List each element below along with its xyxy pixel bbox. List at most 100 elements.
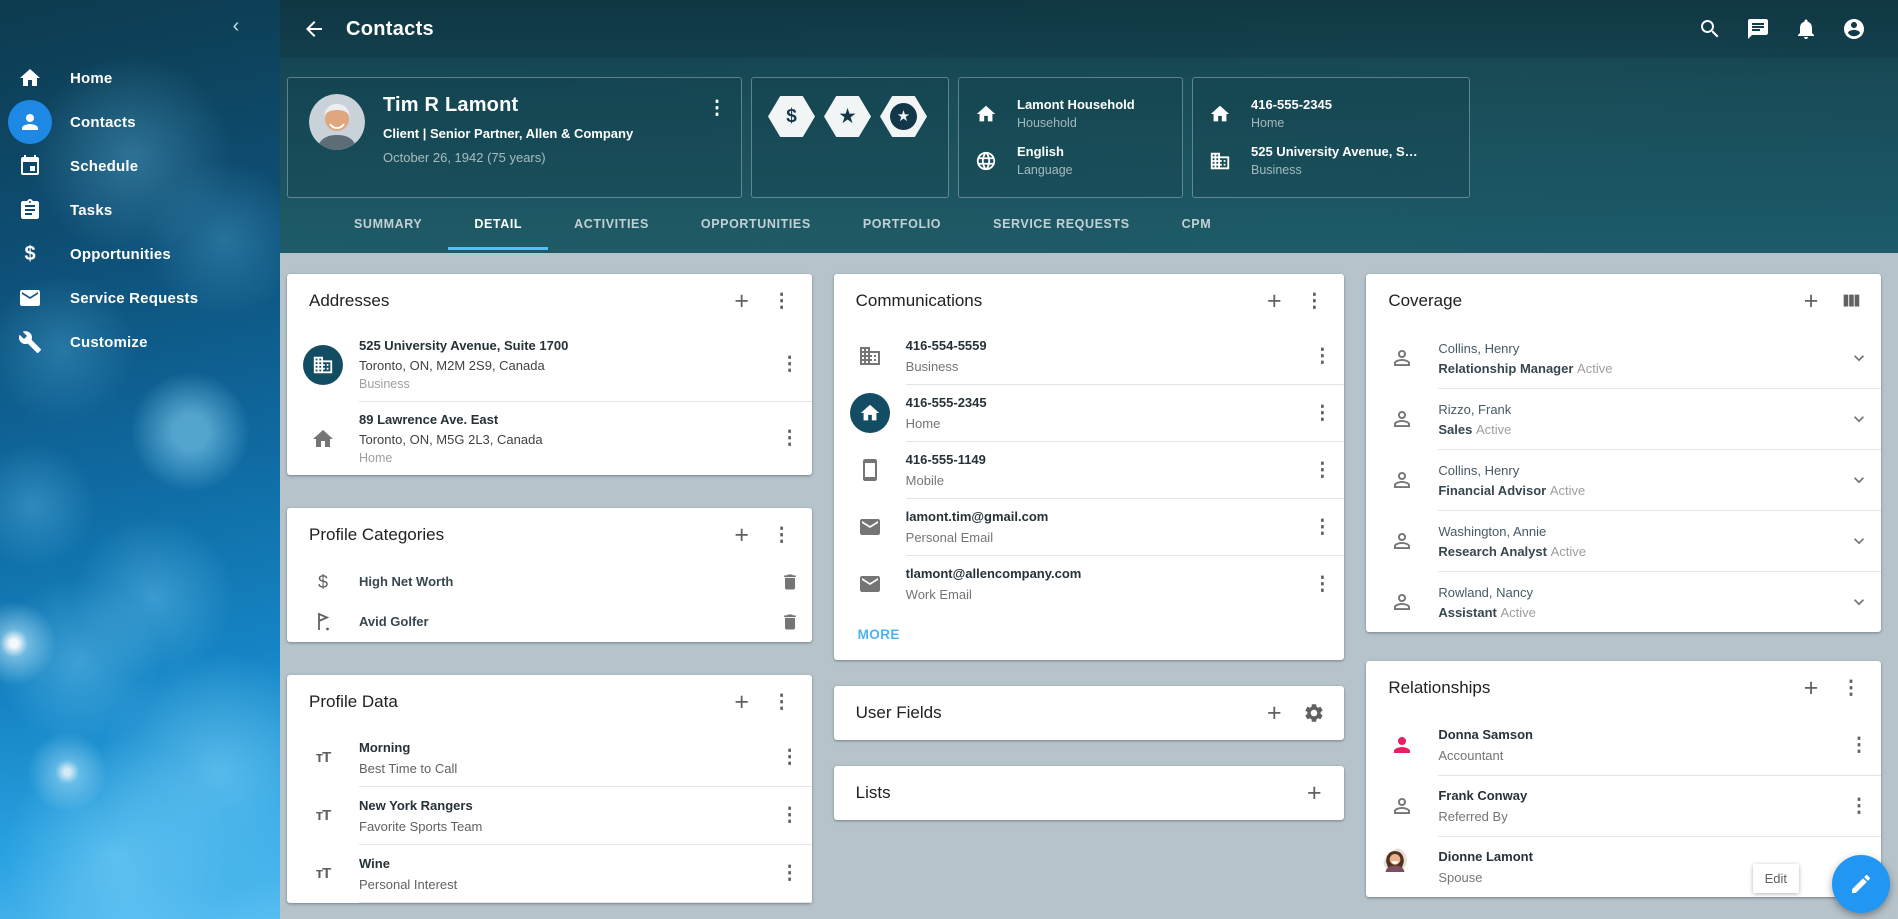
- high-net-worth-badge-icon[interactable]: $: [768, 96, 815, 137]
- sidebar-item-opportunities[interactable]: $ Opportunities: [0, 232, 280, 276]
- kebab-icon[interactable]: ⋮: [1300, 452, 1344, 488]
- kebab-icon[interactable]: ⋮: [1300, 566, 1344, 602]
- profile-data-value: Wine: [359, 856, 768, 871]
- smartphone-icon: [834, 458, 906, 482]
- more-link[interactable]: MORE: [858, 627, 900, 642]
- add-icon[interactable]: +: [722, 283, 762, 319]
- kebab-icon[interactable]: ⋮: [1837, 727, 1881, 763]
- add-icon[interactable]: +: [1254, 283, 1294, 319]
- chevron-down-icon[interactable]: [1837, 348, 1881, 368]
- edit-fab-button[interactable]: [1832, 855, 1890, 913]
- star-badge-icon[interactable]: ★: [824, 96, 871, 137]
- sidebar-item-service-requests[interactable]: Service Requests: [0, 276, 280, 320]
- back-arrow-icon[interactable]: [294, 9, 334, 49]
- coverage-row[interactable]: Collins, Henry Relationship Manager Acti…: [1366, 328, 1881, 388]
- profile-categories-card: Profile Categories + ⋮ $ High Net Worth …: [287, 508, 812, 642]
- coverage-row[interactable]: Washington, Annie Research Analyst Activ…: [1366, 511, 1881, 571]
- relationship-row[interactable]: Dionne Lamont Spouse ⋮: [1366, 837, 1881, 897]
- comm-label: Business: [906, 359, 1301, 374]
- sidebar-item-label: Opportunities: [70, 246, 171, 263]
- comm-value: 416-555-2345: [906, 395, 1301, 410]
- kebab-icon[interactable]: ⋮: [768, 740, 812, 776]
- kebab-icon[interactable]: ⋮: [762, 684, 802, 720]
- view-column-icon[interactable]: [1831, 283, 1871, 319]
- kebab-icon[interactable]: ⋮: [768, 798, 812, 834]
- chat-icon[interactable]: [1734, 5, 1782, 53]
- kebab-icon[interactable]: ⋮: [1300, 395, 1344, 431]
- communication-row[interactable]: 416-554-5559 Business ⋮: [834, 328, 1345, 384]
- kebab-icon[interactable]: ⋮: [768, 347, 812, 383]
- delete-icon[interactable]: [768, 612, 812, 632]
- add-icon[interactable]: +: [1254, 695, 1294, 731]
- contact-kebab-icon[interactable]: ⋮: [699, 90, 735, 126]
- profile-category-row[interactable]: Avid Golfer: [287, 602, 812, 642]
- tab-activities[interactable]: ACTIVITIES: [548, 198, 675, 250]
- chevron-down-icon[interactable]: [1837, 592, 1881, 612]
- relationship-avatar: [1383, 848, 1421, 886]
- wrench-icon: [8, 320, 52, 364]
- card-title: Profile Categories: [309, 525, 722, 545]
- kebab-icon[interactable]: ⋮: [1294, 283, 1334, 319]
- kebab-icon[interactable]: ⋮: [1831, 670, 1871, 706]
- kebab-icon[interactable]: ⋮: [762, 517, 802, 553]
- tab-summary[interactable]: SUMMARY: [328, 198, 448, 250]
- kebab-icon[interactable]: ⋮: [768, 421, 812, 457]
- home-icon: [975, 103, 1001, 125]
- tab-opportunities[interactable]: OPPORTUNITIES: [675, 198, 837, 250]
- sidebar-item-schedule[interactable]: Schedule: [0, 144, 280, 188]
- sidebar-collapse-icon[interactable]: ‹: [224, 14, 248, 38]
- person-outline-icon: [1366, 590, 1438, 614]
- communication-row[interactable]: 416-555-1149 Mobile ⋮: [834, 442, 1345, 498]
- chevron-down-icon[interactable]: [1837, 531, 1881, 551]
- coverage-row[interactable]: Rizzo, Frank Sales Active: [1366, 389, 1881, 449]
- profile-category-row[interactable]: $ High Net Worth: [287, 562, 812, 602]
- sidebar-item-contacts[interactable]: Contacts: [0, 100, 280, 144]
- coverage-row[interactable]: Collins, Henry Financial Advisor Active: [1366, 450, 1881, 510]
- address-row[interactable]: 89 Lawrence Ave. East Toronto, ON, M5G 2…: [287, 402, 812, 475]
- account-icon[interactable]: [1830, 5, 1878, 53]
- sidebar-item-tasks[interactable]: Tasks: [0, 188, 280, 232]
- communication-row[interactable]: lamont.tim@gmail.com Personal Email ⋮: [834, 499, 1345, 555]
- tab-cpm[interactable]: CPM: [1156, 198, 1238, 250]
- status-badge: Active: [1577, 361, 1612, 376]
- profile-data-label: Favorite Sports Team: [359, 819, 768, 834]
- add-icon[interactable]: +: [1294, 775, 1334, 811]
- coverage-row[interactable]: Rowland, Nancy Assistant Active: [1366, 572, 1881, 632]
- add-icon[interactable]: +: [1791, 670, 1831, 706]
- address-row[interactable]: 525 University Avenue, Suite 1700 Toront…: [287, 328, 812, 401]
- contact-birthdate: October 26, 1942 (75 years): [383, 150, 633, 165]
- relationship-row[interactable]: Frank Conway Referred By ⋮: [1366, 776, 1881, 836]
- profile-data-row[interactable]: тT New York Rangers Favorite Sports Team…: [287, 787, 812, 844]
- sidebar: ‹ Home Contacts Schedule Tasks $ Opportu…: [0, 0, 280, 919]
- notifications-icon[interactable]: [1782, 5, 1830, 53]
- tab-detail[interactable]: DETAIL: [448, 198, 548, 250]
- sidebar-item-customize[interactable]: Customize: [0, 320, 280, 364]
- communication-row[interactable]: tlamont@allencompany.com Work Email ⋮: [834, 556, 1345, 612]
- appbar: Contacts: [280, 0, 1898, 58]
- gear-icon[interactable]: [1294, 695, 1334, 731]
- kebab-icon[interactable]: ⋮: [1300, 338, 1344, 374]
- add-icon[interactable]: +: [1791, 283, 1831, 319]
- person-pink-icon: [1366, 733, 1438, 757]
- comm-value: 416-554-5559: [906, 338, 1301, 353]
- kebab-icon[interactable]: ⋮: [762, 283, 802, 319]
- search-icon[interactable]: [1686, 5, 1734, 53]
- delete-icon[interactable]: [768, 572, 812, 592]
- kebab-icon[interactable]: ⋮: [1837, 788, 1881, 824]
- key-client-badge-icon[interactable]: ★: [880, 96, 927, 137]
- chevron-down-icon[interactable]: [1837, 409, 1881, 429]
- contact-avatar: [309, 94, 365, 150]
- tab-portfolio[interactable]: PORTFOLIO: [837, 198, 967, 250]
- chevron-down-icon[interactable]: [1837, 470, 1881, 490]
- mail-icon: [834, 515, 906, 539]
- add-icon[interactable]: +: [722, 684, 762, 720]
- profile-data-row[interactable]: тT Wine Personal Interest ⋮: [287, 845, 812, 902]
- communication-row[interactable]: 416-555-2345 Home ⋮: [834, 385, 1345, 441]
- sidebar-item-home[interactable]: Home: [0, 56, 280, 100]
- kebab-icon[interactable]: ⋮: [768, 856, 812, 892]
- profile-data-row[interactable]: тT Morning Best Time to Call ⋮: [287, 729, 812, 786]
- tab-service-requests[interactable]: SERVICE REQUESTS: [967, 198, 1156, 250]
- kebab-icon[interactable]: ⋮: [1300, 509, 1344, 545]
- add-icon[interactable]: +: [722, 517, 762, 553]
- relationship-row[interactable]: Donna Samson Accountant ⋮: [1366, 715, 1881, 775]
